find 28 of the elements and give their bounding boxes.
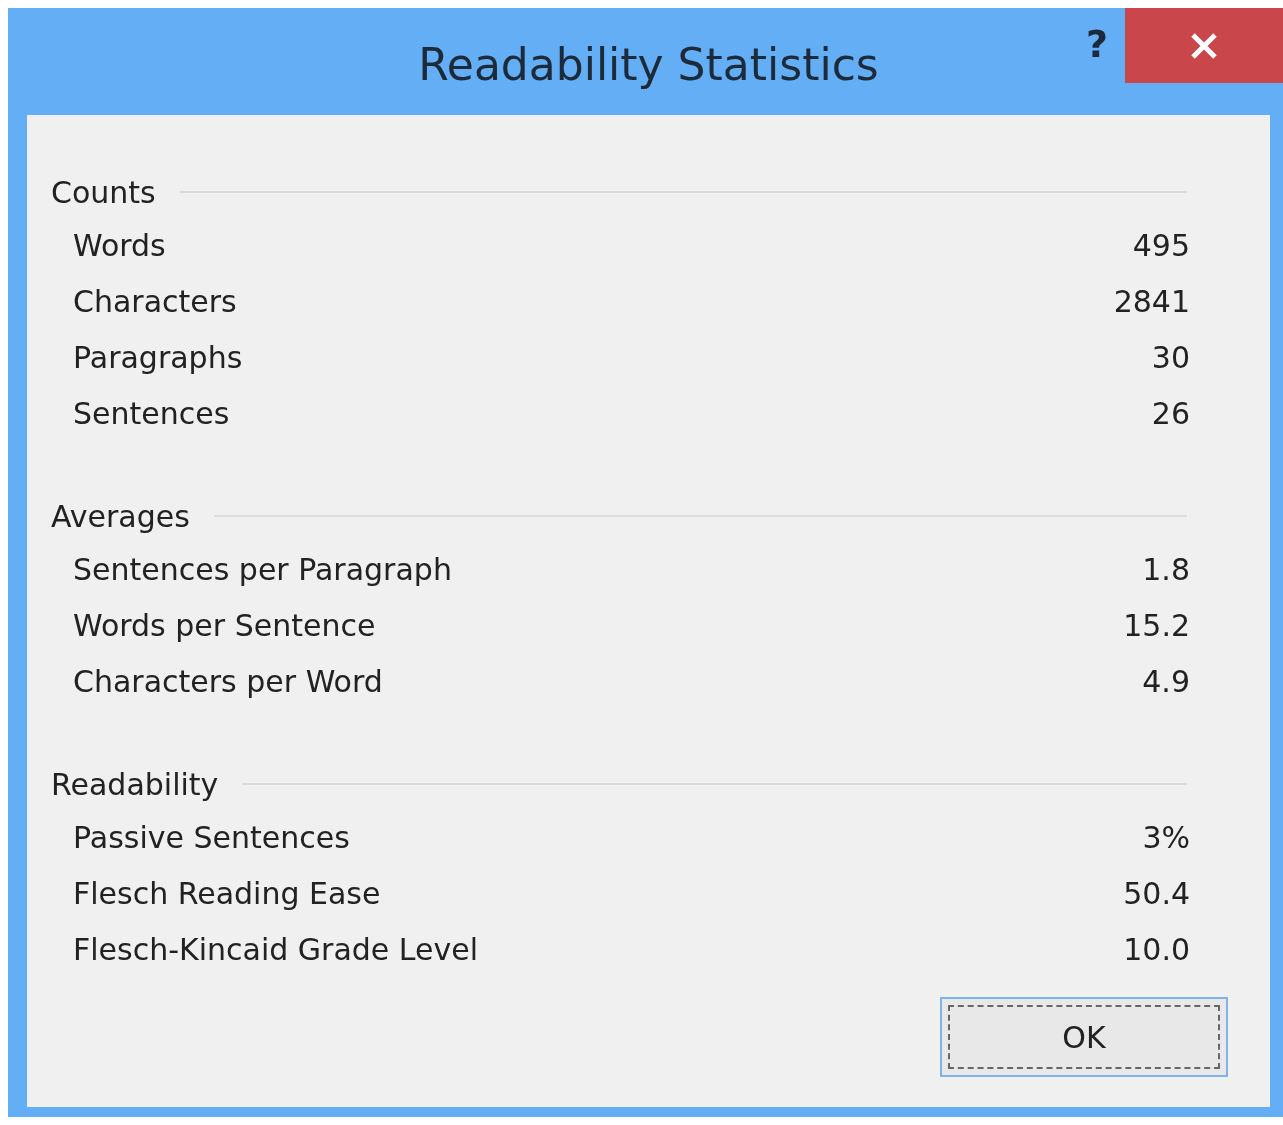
stat-label: Words per Sentence <box>73 607 376 643</box>
stat-label: Sentences per Paragraph <box>73 551 452 587</box>
stat-label: Characters <box>73 283 237 319</box>
section-heading: Averages <box>51 498 190 534</box>
stat-value: 15.2 <box>1123 607 1190 643</box>
stat-value: 3% <box>1142 819 1190 855</box>
ok-button[interactable]: OK <box>940 997 1228 1077</box>
stat-label: Flesch Reading Ease <box>73 875 381 911</box>
section-heading: Readability <box>51 766 219 802</box>
stat-label: Words <box>73 227 166 263</box>
stat-value: 10.0 <box>1123 931 1190 967</box>
section-heading: Counts <box>51 174 156 210</box>
stat-value: 50.4 <box>1123 875 1190 911</box>
stat-value: 495 <box>1132 227 1190 263</box>
stat-value: 1.8 <box>1142 551 1190 587</box>
stat-label: Sentences <box>73 395 230 431</box>
help-button[interactable]: ? <box>1085 22 1108 66</box>
stat-label: Flesch-Kincaid Grade Level <box>73 931 478 967</box>
stat-value: 30 <box>1151 339 1190 375</box>
stat-value: 26 <box>1151 395 1190 431</box>
stat-label: Passive Sentences <box>73 819 350 855</box>
stat-value: 2841 <box>1113 283 1190 319</box>
stat-label: Paragraphs <box>73 339 243 375</box>
close-button[interactable] <box>1125 8 1283 83</box>
stat-value: 4.9 <box>1142 663 1190 699</box>
stat-label: Characters per Word <box>73 663 383 699</box>
close-icon <box>1189 30 1219 61</box>
window-title: Readability Statistics <box>418 38 879 90</box>
